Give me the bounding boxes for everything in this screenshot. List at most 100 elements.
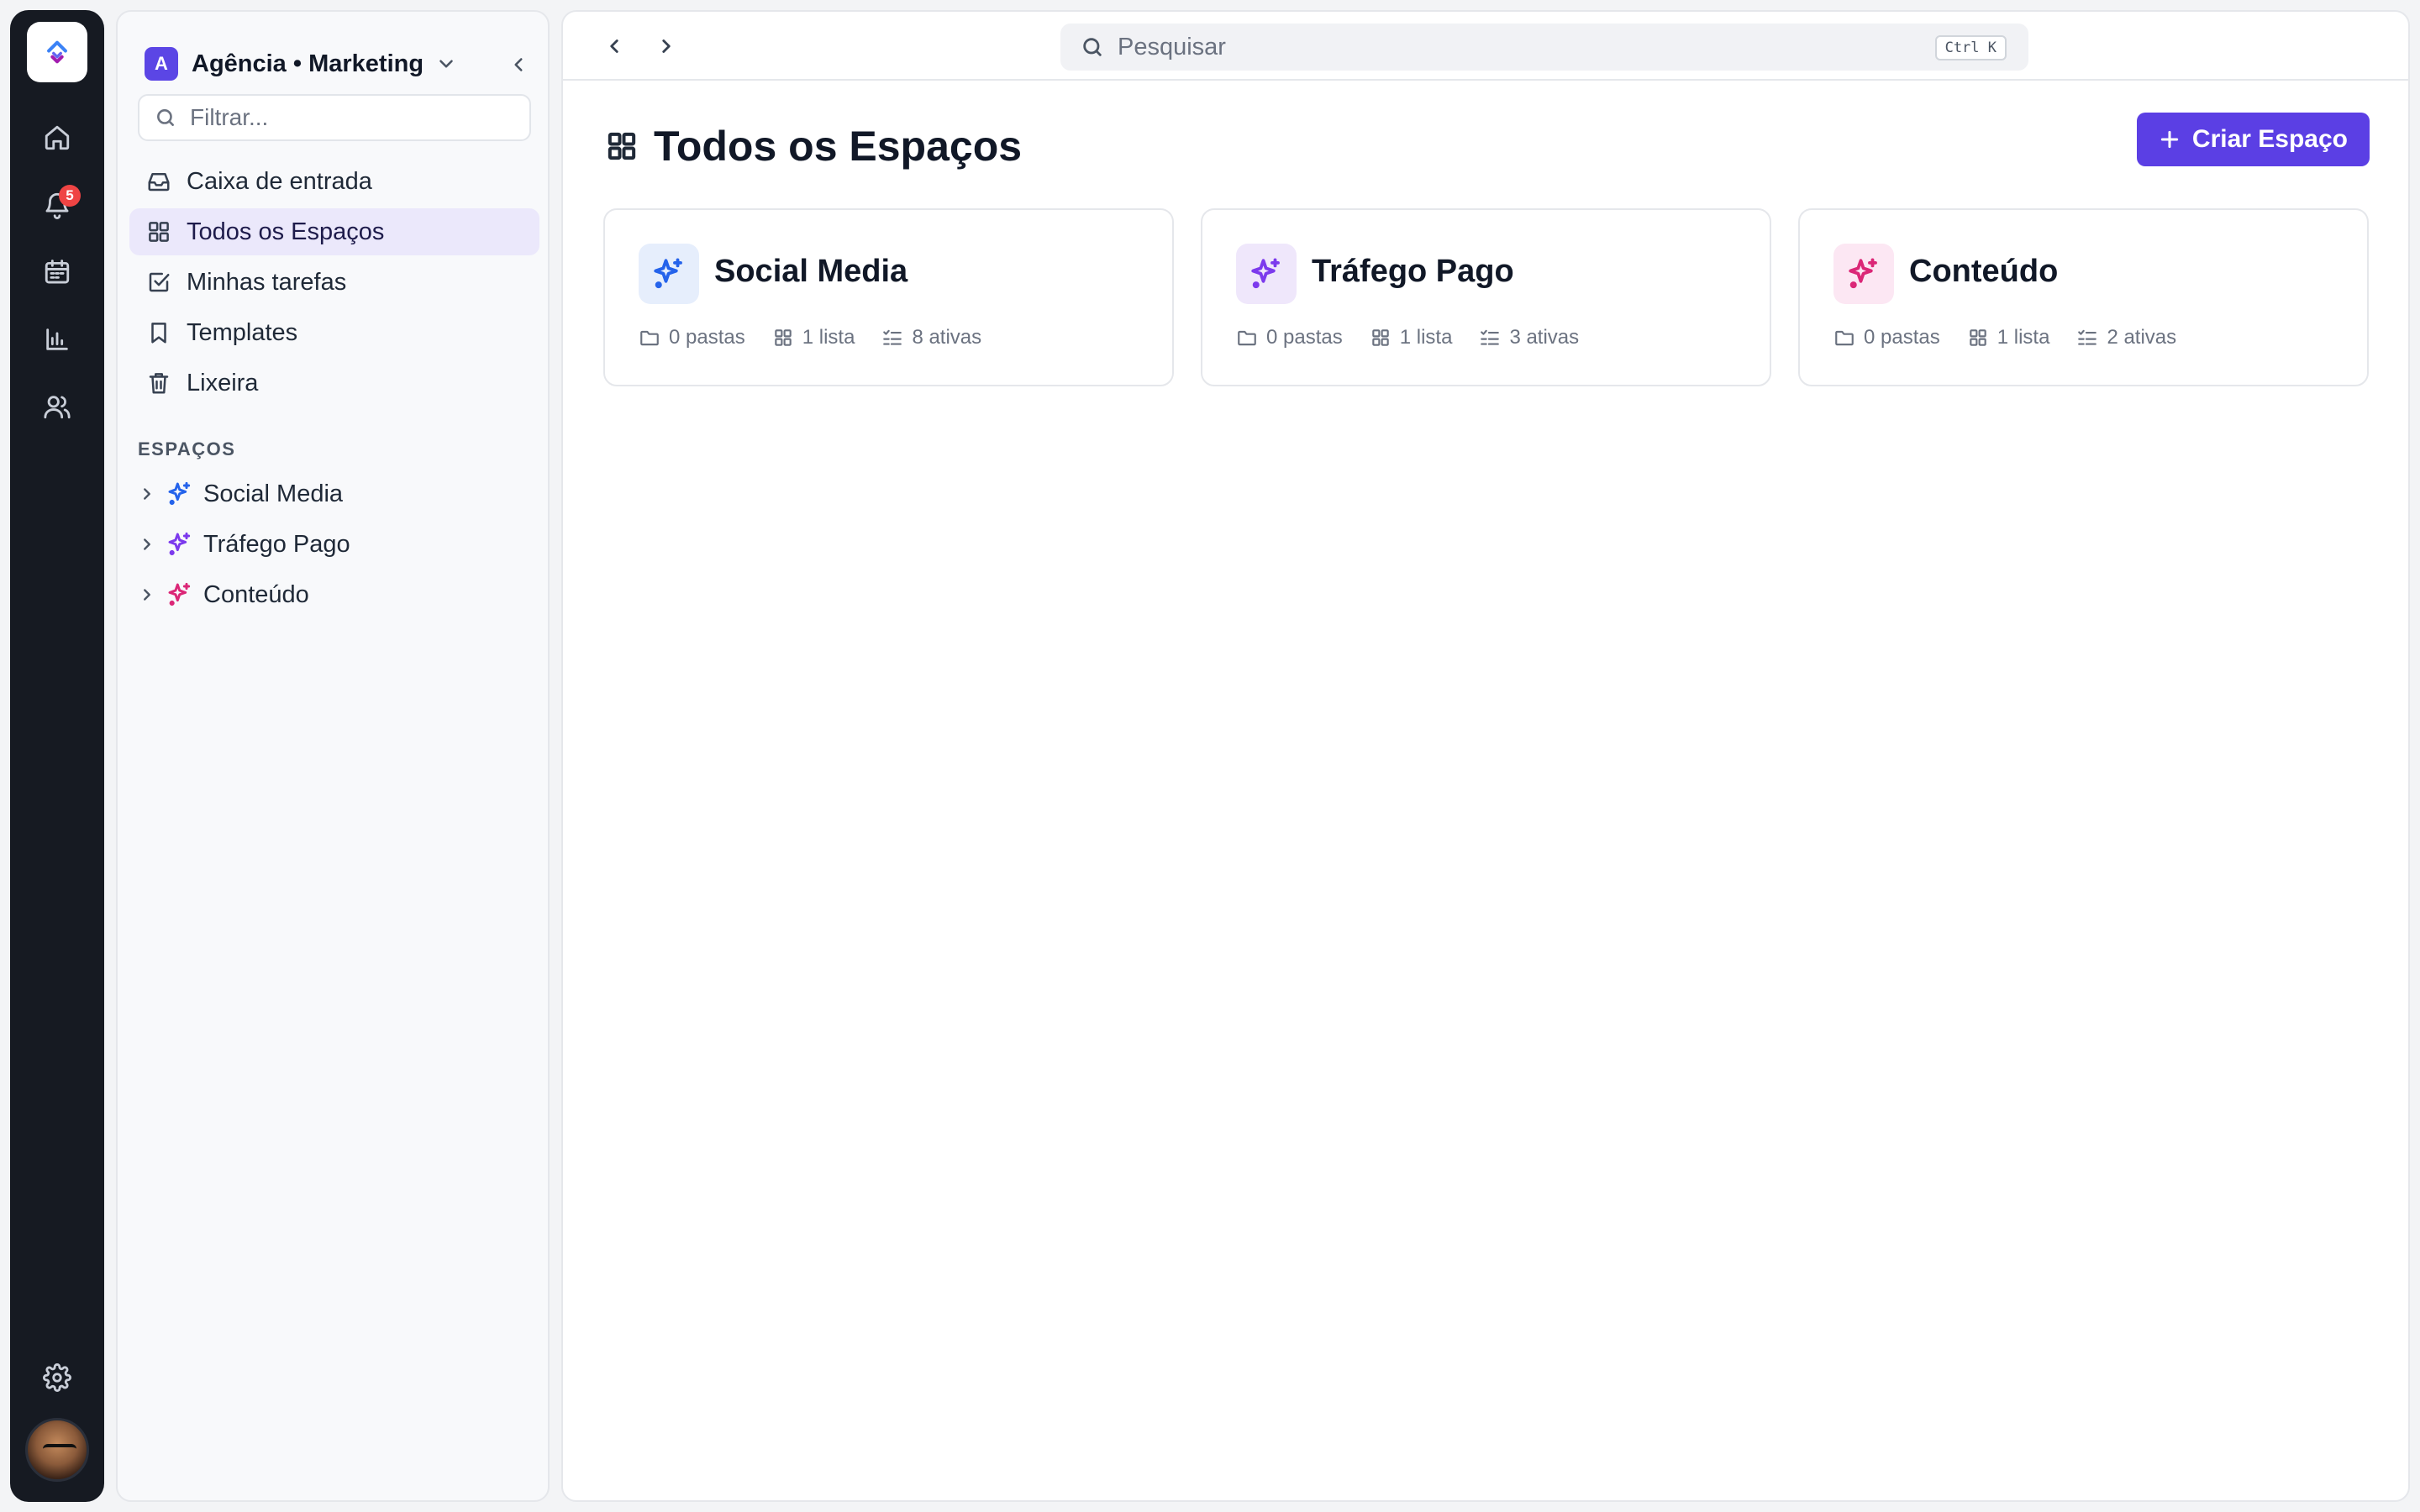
rail-home-button[interactable] [34,114,81,161]
page-title: Todos os Espaços [654,123,1023,170]
space-card-icon [639,244,699,304]
chevron-right-icon[interactable] [138,535,156,554]
chevron-right-icon[interactable] [138,585,156,604]
sidebar-item-inbox[interactable]: Caixa de entrada [129,158,539,205]
folder-count-text: 0 pastas [1266,326,1343,349]
rail-calendar-button[interactable] [34,249,81,296]
sidebar-item-label: Lixeira [187,369,259,396]
sidebar-space-social-media[interactable]: Social Media [129,470,539,517]
forward-button[interactable] [650,30,682,62]
filter-field[interactable] [138,94,531,141]
app-logo[interactable] [27,22,87,82]
gear-icon [43,1363,71,1392]
list-count-text: 1 lista [1399,326,1453,349]
active-count-text: 3 ativas [1509,326,1580,349]
collapse-sidebar-button[interactable] [506,52,531,77]
spaces-grid: Social Media 0 pastas 1 lista 8 ativas T… [603,208,2370,386]
logo-icon [47,40,67,64]
sidebar-nav: Caixa de entrada Todos os Espaços Minhas… [129,158,539,410]
back-button[interactable] [598,30,630,62]
workspace-switcher[interactable]: A Agência • Marketing [145,37,531,91]
topbar: Ctrl K [563,12,2408,81]
space-card-conteudo[interactable]: Conteúdo 0 pastas 1 lista 2 ativas [1798,208,2369,386]
filter-input[interactable] [190,104,509,131]
folder-count: 0 pastas [639,326,745,349]
active-count: 3 ativas [1479,326,1579,349]
bookmark-icon [151,323,166,344]
trash-icon [149,373,169,394]
workspace-avatar: A [145,47,178,81]
chevron-down-icon [435,53,457,75]
user-avatar[interactable] [25,1418,89,1482]
sidebar-item-label: Minhas tarefas [187,268,347,296]
folder-icon [1835,330,1854,346]
sidebar-space-label: Social Media [203,480,344,507]
rail-notifications-button[interactable]: 5 [34,181,81,228]
space-card-title: Tráfego Pago [1312,254,1514,289]
sidebar-item-all-spaces[interactable]: Todos os Espaços [129,208,539,255]
avatar-glasses [43,1444,76,1454]
grid-icon [608,132,636,160]
list-count: 1 lista [1967,326,2049,349]
create-space-button[interactable]: Criar Espaço [2136,113,2370,166]
chevron-left-icon [514,58,523,71]
notification-badge: 5 [59,185,81,207]
active-count: 2 ativas [2076,326,2176,349]
chevron-left-icon [610,39,618,53]
inbox-icon [148,173,170,192]
folder-count-text: 0 pastas [1864,326,1940,349]
sparkles-icon [654,258,682,289]
page-header: Todos os Espaços [605,113,1022,180]
sparkles-icon [166,480,193,507]
users-icon [44,396,71,419]
home-icon [45,125,70,150]
space-card-meta: 0 pastas 1 lista 3 ativas [1236,326,1606,349]
list-count: 1 lista [1370,326,1453,349]
sparkles-icon [1251,258,1280,289]
sidebar: A Agência • Marketing Caixa de entrada T… [116,10,550,1502]
active-count-text: 2 ativas [2107,326,2177,349]
rail-team-button[interactable] [34,383,81,430]
spaces-section-title: ESPAÇOS [138,438,236,459]
space-card-icon [1833,244,1894,304]
sidebar-space-label: Conteúdo [203,580,309,608]
chart-icon [46,328,68,350]
sidebar-space-trafego-pago[interactable]: Tráfego Pago [129,521,539,568]
sidebar-item-label: Templates [187,318,298,346]
sparkles-icon [166,531,193,558]
chevron-right-icon [662,39,671,53]
plus-icon [2160,130,2179,149]
grid-icon [1969,329,1986,346]
folder-count: 0 pastas [1833,326,1940,349]
rail-reports-button[interactable] [34,316,81,363]
spaces-list: Social Media Tráfego Pago Conteúdo [129,470,539,622]
space-card-trafego-pago[interactable]: Tráfego Pago 0 pastas 1 lista 3 ativas [1201,208,1771,386]
grid-icon [149,222,169,242]
sparkles-icon [1849,258,1877,289]
search-input[interactable] [1118,33,1924,61]
space-card-social-media[interactable]: Social Media 0 pastas 1 lista 8 ativas [603,208,1174,386]
sidebar-item-trash[interactable]: Lixeira [129,360,539,407]
active-count-text: 8 ativas [912,326,982,349]
search-icon [157,109,174,126]
folder-icon [1238,330,1256,346]
sparkles-icon [166,581,193,608]
checklist-icon [2078,329,2097,345]
space-card-meta: 0 pastas 1 lista 8 ativas [639,326,1008,349]
chevron-right-icon[interactable] [138,485,156,503]
folder-count-text: 0 pastas [669,326,745,349]
create-space-label: Criar Espaço [2191,125,2348,153]
search-bar[interactable]: Ctrl K [1060,24,2028,71]
space-card-icon [1236,244,1297,304]
space-card-title: Conteúdo [1909,254,2059,289]
rail-settings-button[interactable] [34,1354,81,1401]
sidebar-item-my-tasks[interactable]: Minhas tarefas [129,259,539,306]
search-icon [1083,38,1102,56]
app-rail: 5 [10,10,104,1502]
active-count: 8 ativas [881,326,981,349]
list-count: 1 lista [772,326,855,349]
sidebar-space-conteudo[interactable]: Conteúdo [129,571,539,618]
checkbox-icon [149,272,170,292]
workspace-name: Agência • Marketing [192,50,424,77]
sidebar-item-templates[interactable]: Templates [129,309,539,356]
